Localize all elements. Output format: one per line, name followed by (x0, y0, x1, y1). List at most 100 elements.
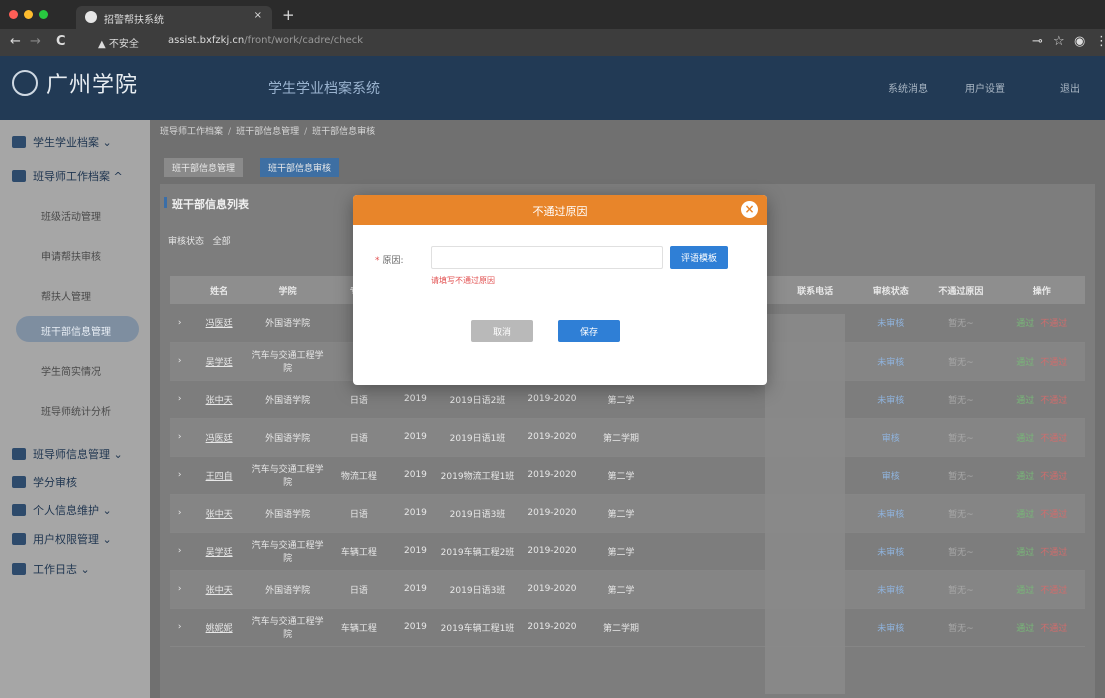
save-button[interactable]: 保存 (558, 320, 620, 342)
sidebar-item-student-records[interactable]: 学生学业档案 ⌄ (12, 134, 112, 150)
reject-reason-dialog: 不通过原因 × * 原因: 评语模板 请填写不通过原因 取消 保存 (353, 195, 767, 385)
name-cell[interactable]: 张中天 (189, 494, 249, 533)
menu-icon[interactable]: ⋮ (1095, 34, 1105, 49)
sidebar-sub-class-activity[interactable]: 班级活动管理 (41, 208, 101, 223)
new-tab-button[interactable]: + (282, 6, 295, 24)
col-reason: 不通过原因 (923, 276, 999, 304)
pass-link[interactable]: 通过 (1016, 548, 1034, 558)
reason-cell: 暂无~ (923, 380, 999, 419)
status-cell: 未审核 (858, 494, 924, 533)
year-cell: 2019-2020 (515, 608, 589, 647)
name-cell[interactable]: 吴学廷 (189, 532, 249, 571)
sidebar-sub-helper-manage[interactable]: 帮扶人管理 (41, 288, 91, 303)
filter-select[interactable]: 全部 (213, 237, 231, 247)
sidebar-sub-cadre-label[interactable]: 班干部信息管理 (41, 323, 111, 338)
pass-link[interactable]: 通过 (1016, 396, 1034, 406)
expand-cell[interactable]: › (170, 456, 190, 495)
fail-link[interactable]: 不通过 (1040, 319, 1067, 329)
fail-link[interactable]: 不通过 (1040, 396, 1067, 406)
status-filter[interactable]: 审核状态 全部 (168, 234, 231, 247)
security-warning[interactable]: ▲ 不安全 (98, 35, 139, 50)
comment-template-button[interactable]: 评语模板 (670, 246, 728, 269)
tab-cadre-manage[interactable]: 班干部信息管理 (164, 158, 244, 177)
sidebar-item-permissions[interactable]: 用户权限管理 ⌄ (12, 531, 112, 547)
profile-icon[interactable]: ◉ (1074, 34, 1085, 49)
cancel-button[interactable]: 取消 (471, 320, 533, 342)
pass-link[interactable]: 通过 (1016, 472, 1034, 482)
expand-cell[interactable]: › (170, 608, 190, 647)
expand-cell[interactable]: › (170, 418, 190, 457)
table-row: › 姚妮妮 汽车与交通工程学院 车辆工程 2019 2019车辆工程1班 2019-2020… (170, 608, 1085, 647)
major-cell: 日语 (326, 380, 392, 419)
expand-cell[interactable]: › (170, 380, 190, 419)
grade-cell: 2019 (391, 570, 440, 609)
pass-link[interactable]: 通过 (1016, 434, 1034, 444)
sidebar-item-tutor-info[interactable]: 班导师信息管理 ⌄ (12, 446, 123, 462)
header-link-settings[interactable]: 用户设置 (965, 80, 1005, 95)
reason-input[interactable] (431, 246, 663, 269)
breadcrumb-item[interactable]: 班导师工作档案 (160, 127, 223, 137)
sidebar-sub-tutor-stats[interactable]: 班导师统计分析 (41, 403, 111, 418)
header-link-logout[interactable]: 退出 (1060, 80, 1080, 95)
pass-link[interactable]: 通过 (1016, 510, 1034, 520)
term-cell: 第二学 (588, 570, 654, 609)
forward-icon[interactable]: → (30, 34, 41, 49)
name-cell[interactable]: 姚妮妮 (189, 608, 249, 647)
url-field[interactable]: assist.bxfzkj.cn/front/work/cadre/check (168, 35, 363, 46)
fail-link[interactable]: 不通过 (1040, 510, 1067, 520)
expand-cell[interactable]: › (170, 304, 190, 343)
actions-cell: 通过 不通过 (998, 570, 1085, 609)
star-icon[interactable]: ☆ (1053, 34, 1065, 49)
sidebar-sub-student-status[interactable]: 学生简实情况 (41, 363, 101, 378)
expand-cell[interactable]: › (170, 532, 190, 571)
fail-link[interactable]: 不通过 (1040, 358, 1067, 368)
sidebar-item-work-log[interactable]: 工作日志 ⌄ (12, 561, 90, 577)
expand-cell[interactable]: › (170, 342, 190, 381)
sidebar: 学生学业档案 ⌄ 班导师工作档案 ^ 班级活动管理 申请帮扶审核 帮扶人管理 班… (0, 120, 150, 698)
breadcrumb-item[interactable]: 班干部信息管理 (236, 127, 299, 137)
name-cell[interactable]: 吴学廷 (189, 342, 249, 381)
header-link-messages[interactable]: 系统消息 (888, 80, 928, 95)
tab-cadre-review[interactable]: 班干部信息审核 (260, 158, 340, 177)
minimize-window-dot[interactable] (24, 10, 33, 19)
grade-cell: 2019 (391, 532, 440, 571)
name-cell[interactable]: 张中天 (189, 380, 249, 419)
key-icon[interactable]: ⊸ (1032, 34, 1043, 49)
pass-link[interactable]: 通过 (1016, 358, 1034, 368)
college-cell: 外国语学院 (248, 380, 327, 419)
actions-cell: 通过 不通过 (998, 456, 1085, 495)
fail-link[interactable]: 不通过 (1040, 434, 1067, 444)
major-cell: 日语 (326, 418, 392, 457)
zoom-window-dot[interactable] (39, 10, 48, 19)
fail-link[interactable]: 不通过 (1040, 472, 1067, 482)
actions-cell: 通过 不通过 (998, 304, 1085, 343)
expand-cell[interactable]: › (170, 494, 190, 533)
name-cell[interactable]: 王四自 (189, 456, 249, 495)
fail-link[interactable]: 不通过 (1040, 624, 1067, 634)
name-cell[interactable]: 冯医廷 (189, 304, 249, 343)
college-cell: 汽车与交通工程学院 (248, 342, 327, 381)
fail-link[interactable]: 不通过 (1040, 548, 1067, 558)
tab-close-icon[interactable]: × (254, 10, 262, 21)
close-icon[interactable]: × (741, 201, 758, 218)
major-cell: 物流工程 (326, 456, 392, 495)
fail-link[interactable]: 不通过 (1040, 586, 1067, 596)
school-seal-icon (12, 70, 38, 96)
col-status: 审核状态 (858, 276, 924, 304)
reason-cell: 暂无~ (923, 456, 999, 495)
expand-cell[interactable]: › (170, 570, 190, 609)
browser-tab-bar: 招警帮扶系统 × + (0, 0, 1105, 29)
sidebar-item-credit-review[interactable]: 学分审核 (12, 474, 77, 490)
sidebar-item-tutor-records[interactable]: 班导师工作档案 ^ (12, 168, 123, 184)
name-cell[interactable]: 张中天 (189, 570, 249, 609)
close-window-dot[interactable] (9, 10, 18, 19)
back-icon[interactable]: ← (10, 34, 21, 49)
name-cell[interactable]: 冯医廷 (189, 418, 249, 457)
pass-link[interactable]: 通过 (1016, 624, 1034, 634)
pass-link[interactable]: 通过 (1016, 319, 1034, 329)
sidebar-item-personal-info[interactable]: 个人信息维护 ⌄ (12, 502, 112, 518)
reload-icon[interactable]: C (56, 34, 66, 49)
pass-link[interactable]: 通过 (1016, 586, 1034, 596)
sidebar-sub-assist-review[interactable]: 申请帮扶审核 (41, 248, 101, 263)
browser-tab[interactable]: 招警帮扶系统 × (76, 6, 272, 29)
